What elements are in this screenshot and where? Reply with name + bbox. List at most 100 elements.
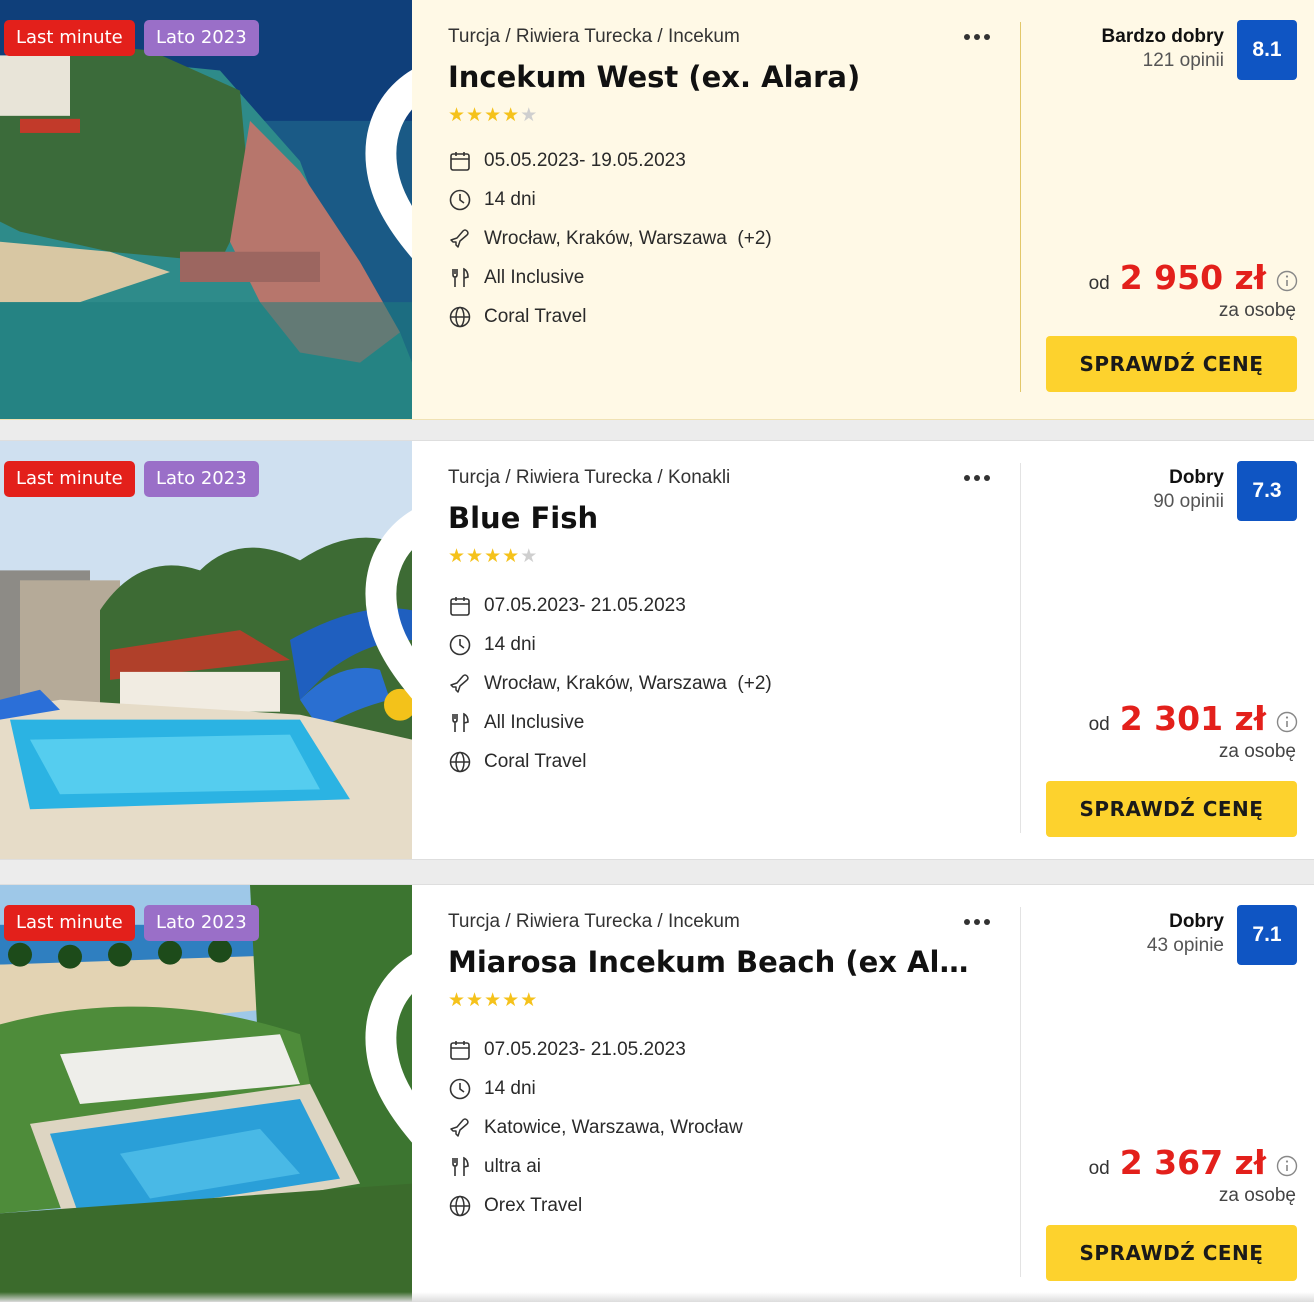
offer-card[interactable]: Last minute Lato 2023 Turcja / Riwiera T… (0, 884, 1314, 1302)
operator-row: Orex Travel (448, 1193, 582, 1219)
scroll-fade (0, 1292, 1314, 1302)
price-line: od 2 301 zł (1089, 699, 1266, 738)
check-price-button[interactable]: SPRAWDŹ CENĘ (1046, 781, 1297, 837)
review-count[interactable]: 43 opinie (1147, 935, 1224, 957)
price-line: od 2 950 zł (1089, 258, 1266, 297)
heart-icon[interactable] (350, 16, 412, 419)
hotel-photo[interactable]: Last minute Lato 2023 (0, 441, 412, 859)
globe-icon (449, 306, 471, 328)
rating-label: Dobry (1169, 911, 1224, 932)
operator-row: Coral Travel (448, 749, 586, 775)
dates-row: 05.05.2023- 19.05.2023 (448, 148, 686, 174)
divider (1020, 907, 1021, 1277)
operator: Orex Travel (484, 1195, 583, 1216)
price: 2 950 zł (1119, 258, 1266, 297)
duration: 14 dni (484, 1078, 536, 1099)
score-badge: 7.1 (1237, 905, 1297, 965)
price-prefix: od (1088, 1158, 1110, 1179)
star-rating: ★★★★★ (448, 105, 539, 126)
calendar-icon (450, 152, 470, 171)
globe-icon (449, 751, 471, 773)
breadcrumb[interactable]: Turcja / Riwiera Turecka / Incekum (448, 911, 740, 933)
badge-season: Lato 2023 (144, 20, 259, 56)
departures: Wrocław, Kraków, Warszawa (+2) (484, 228, 772, 249)
calendar-icon (450, 597, 470, 616)
check-price-button[interactable]: SPRAWDŹ CENĘ (1046, 1225, 1297, 1281)
price-line: od 2 367 zł (1089, 1143, 1266, 1182)
duration: 14 dni (484, 634, 536, 655)
info-icon[interactable] (1276, 270, 1298, 292)
board-row: All Inclusive (448, 265, 584, 291)
clock-icon (449, 1078, 471, 1100)
offer-info: Turcja / Riwiera Turecka / Incekum Incek… (448, 0, 1008, 419)
hotel-name[interactable]: Miarosa Incekum Beach (ex Alara Ku... (448, 945, 978, 979)
price-note: za osobę (1218, 741, 1296, 762)
score-badge: 8.1 (1237, 20, 1297, 80)
board-row: All Inclusive (448, 710, 584, 736)
duration-row: 14 dni (448, 632, 536, 658)
badge-season: Lato 2023 (144, 461, 259, 497)
divider (1020, 463, 1021, 833)
divider (1020, 22, 1021, 392)
more-icon[interactable] (962, 907, 998, 937)
plane-icon (450, 1118, 469, 1137)
dates: 05.05.2023- 19.05.2023 (484, 150, 686, 171)
departures: Katowice, Warszawa, Wrocław (484, 1117, 743, 1138)
board: All Inclusive (484, 267, 585, 288)
price: 2 301 zł (1119, 699, 1266, 738)
breadcrumb[interactable]: Turcja / Riwiera Turecka / Incekum (448, 26, 740, 48)
check-price-button[interactable]: SPRAWDŹ CENĘ (1046, 336, 1297, 392)
calendar-icon (450, 1041, 470, 1060)
heart-icon[interactable] (350, 457, 412, 859)
hotel-photo[interactable]: Last minute Lato 2023 (0, 885, 412, 1302)
dates: 07.05.2023- 21.05.2023 (484, 595, 686, 616)
operator: Coral Travel (484, 751, 587, 772)
departures: Wrocław, Kraków, Warszawa (+2) (484, 673, 772, 694)
badge-last-minute: Last minute (4, 461, 135, 497)
board: ultra ai (484, 1156, 542, 1177)
heart-icon[interactable] (350, 901, 412, 1302)
badge-last-minute: Last minute (4, 905, 135, 941)
plane-icon (450, 674, 469, 693)
clock-icon (449, 634, 471, 656)
badge-season: Lato 2023 (144, 905, 259, 941)
offer-card[interactable]: Last minute Lato 2023 Turcja / Riwiera T… (0, 440, 1314, 860)
more-icon[interactable] (962, 463, 998, 493)
price-note: za osobę (1218, 1185, 1296, 1206)
dates: 07.05.2023- 21.05.2023 (484, 1039, 686, 1060)
hotel-name[interactable]: Blue Fish (448, 501, 978, 535)
globe-icon (449, 1195, 471, 1217)
cutlery-icon (452, 712, 469, 732)
cutlery-icon (452, 1156, 469, 1176)
offer-info: Turcja / Riwiera Turecka / Konakli Blue … (448, 441, 1008, 859)
info-icon[interactable] (1276, 1155, 1298, 1177)
rating-label: Bardzo dobry (1101, 26, 1224, 47)
duration: 14 dni (484, 189, 536, 210)
offer-card[interactable]: Last minute Lato 2023 Turcja / Riwiera T… (0, 0, 1314, 420)
board: All Inclusive (484, 712, 585, 733)
info-icon[interactable] (1276, 711, 1298, 733)
plane-icon (450, 229, 469, 248)
breadcrumb[interactable]: Turcja / Riwiera Turecka / Konakli (448, 467, 730, 489)
badge-last-minute: Last minute (4, 20, 135, 56)
rating-label: Dobry (1169, 467, 1224, 488)
departures-row: Wrocław, Kraków, Warszawa (+2) (448, 671, 772, 697)
review-count[interactable]: 121 opinii (1143, 50, 1224, 72)
review-count[interactable]: 90 opinii (1153, 491, 1224, 513)
dates-row: 07.05.2023- 21.05.2023 (448, 1037, 686, 1063)
price: 2 367 zł (1119, 1143, 1266, 1182)
score-badge: 7.3 (1237, 461, 1297, 521)
departures-row: Wrocław, Kraków, Warszawa (+2) (448, 226, 772, 252)
operator: Coral Travel (484, 306, 587, 327)
more-icon[interactable] (962, 22, 998, 52)
hotel-photo[interactable]: Last minute Lato 2023 (0, 0, 412, 419)
duration-row: 14 dni (448, 187, 536, 213)
board-row: ultra ai (448, 1154, 541, 1180)
price-prefix: od (1088, 273, 1110, 294)
offer-list: Last minute Lato 2023 Turcja / Riwiera T… (0, 0, 1314, 1302)
star-rating: ★★★★★ (448, 546, 539, 567)
price-note: za osobę (1218, 300, 1296, 321)
hotel-name[interactable]: Incekum West (ex. Alara) (448, 60, 978, 94)
dates-row: 07.05.2023- 21.05.2023 (448, 593, 686, 619)
clock-icon (449, 189, 471, 211)
